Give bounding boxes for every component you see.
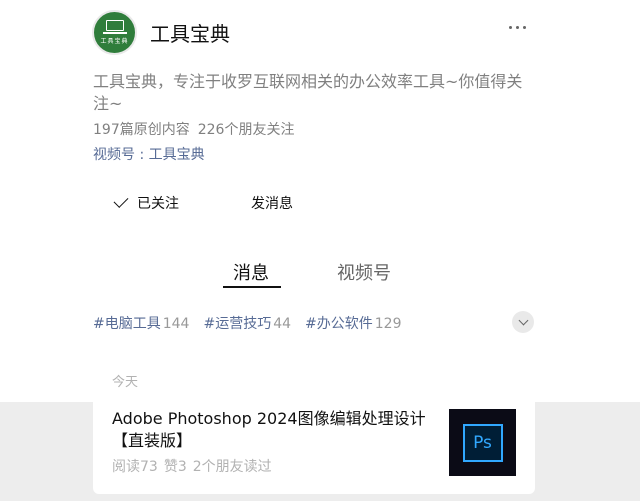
channel-link[interactable]: 视频号 : 工具宝典 <box>93 144 205 164</box>
account-stats: 197篇原创内容 226个朋友关注 <box>93 119 294 139</box>
read-count: 阅读73 <box>112 459 158 475</box>
account-name: 工具宝典 <box>150 22 230 46</box>
avatar[interactable]: 工具宝典 <box>92 10 137 55</box>
tab-channels[interactable]: 视频号 <box>337 259 391 285</box>
avatar-text: 工具宝典 <box>100 38 129 45</box>
article-meta: 阅读73 赞3 2个朋友读过 <box>112 456 272 476</box>
date-label: 今天 <box>112 375 139 390</box>
laptop-base <box>102 32 127 34</box>
active-tab-indicator <box>223 286 281 288</box>
friends-read: 2个朋友读过 <box>192 459 272 475</box>
article-thumbnail: Ps <box>449 409 516 476</box>
send-message-button[interactable]: 发消息 <box>251 193 293 213</box>
photoshop-icon: Ps <box>462 423 503 462</box>
expand-tags-button[interactable] <box>512 311 534 333</box>
more-options-icon[interactable] <box>509 26 526 29</box>
tag-computer-tools[interactable]: #电脑工具 144 <box>93 313 189 333</box>
article-count: 197篇原创内容 <box>93 122 190 138</box>
tag-label: #办公软件 <box>305 316 373 332</box>
topic-tags: #电脑工具 144 #运营技巧 44 #办公软件 129 <box>93 313 416 333</box>
tab-messages[interactable]: 消息 <box>233 259 269 285</box>
chevron-down-icon <box>518 315 528 325</box>
tag-office-software[interactable]: #办公软件 129 <box>305 313 401 333</box>
like-count: 赞3 <box>163 459 187 475</box>
tag-label: #运营技巧 <box>203 316 272 332</box>
tag-label: #电脑工具 <box>93 316 161 332</box>
tag-count: 44 <box>273 316 292 332</box>
tag-count: 144 <box>162 316 190 332</box>
friends-following: 226个朋友关注 <box>197 122 295 138</box>
tag-operation-tips[interactable]: #运营技巧 44 <box>203 313 291 333</box>
check-icon <box>113 193 129 208</box>
article-title: Adobe Photoshop 2024图像编辑处理设计【直装版】 <box>112 409 426 450</box>
laptop-icon <box>105 20 124 31</box>
account-description: 工具宝典，专注于收罗互联网相关的办公效率工具~你值得关注~ <box>93 72 523 113</box>
followed-label: 已关注 <box>137 196 179 212</box>
tag-count: 129 <box>374 316 402 332</box>
send-message-label: 发消息 <box>251 196 293 212</box>
followed-button[interactable]: 已关注 <box>113 193 179 213</box>
article-card[interactable]: Adobe Photoshop 2024图像编辑处理设计【直装版】 阅读73 赞3… <box>93 402 535 494</box>
